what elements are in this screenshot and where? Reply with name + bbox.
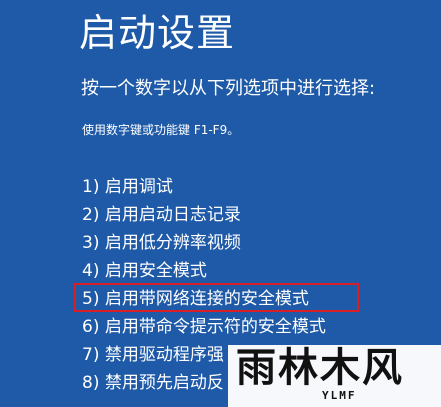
option-enable-debugging[interactable]: 1) 启用调试 (82, 173, 326, 201)
option-enable-safe-mode-command-prompt[interactable]: 6) 启用带命令提示符的安全模式 (82, 313, 326, 341)
page-title: 启动设置 (79, 11, 236, 55)
keyboard-hint: 使用数字键或功能键 F1-F9。 (82, 123, 240, 137)
watermark-sub-text: YLMF (322, 389, 357, 402)
startup-settings-screen: 启动设置 按一个数字以从下列选项中进行选择: 使用数字键或功能键 F1-F9。 … (0, 0, 441, 407)
option-enable-safe-mode-networking[interactable]: 5) 启用带网络连接的安全模式 (74, 283, 359, 313)
instruction-text: 按一个数字以从下列选项中进行选择: (81, 78, 376, 99)
watermark-main-text: 雨林木风 (236, 345, 404, 391)
option-enable-boot-logging[interactable]: 2) 启用启动日志记录 (82, 201, 326, 229)
option-enable-low-resolution-video[interactable]: 3) 启用低分辨率视频 (82, 229, 326, 257)
option-enable-safe-mode[interactable]: 4) 启用安全模式 (82, 257, 326, 285)
watermark-logo: 雨林木风 YLMF (228, 345, 441, 407)
